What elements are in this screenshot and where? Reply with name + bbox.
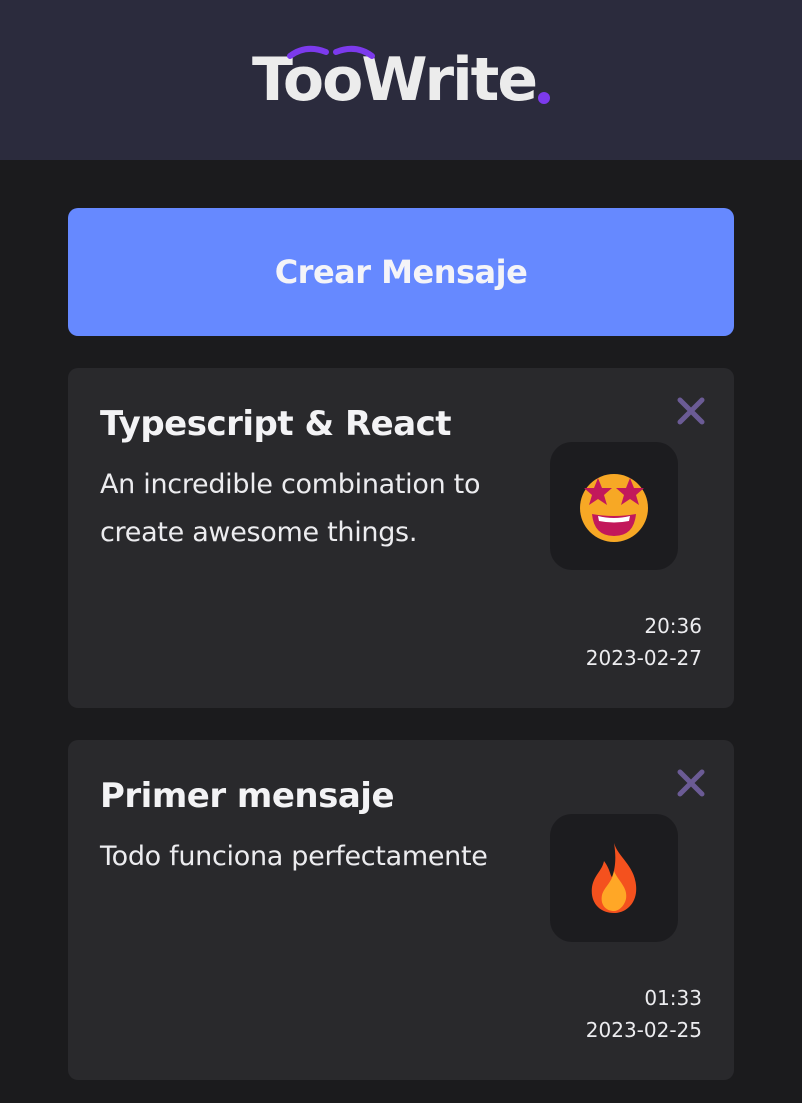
logo-brows-icon — [286, 45, 375, 59]
main-content: Crear Mensaje Typescript & React An incr… — [0, 160, 802, 1080]
create-message-button[interactable]: Crear Mensaje — [68, 208, 734, 336]
star-struck-icon — [580, 474, 648, 542]
message-emoji — [550, 442, 678, 570]
message-title: Primer mensaje — [100, 776, 395, 816]
close-icon[interactable] — [676, 768, 706, 798]
message-body: Todo funciona perfectamente — [100, 840, 488, 872]
close-icon[interactable] — [676, 396, 706, 426]
message-time: 01:33 — [644, 986, 702, 1010]
message-title: Typescript & React — [100, 404, 452, 444]
message-card: Typescript & React An incredible combina… — [68, 368, 734, 708]
app-header: TooWrite — [0, 0, 802, 160]
message-timestamp: 20:36 2023-02-27 — [586, 610, 702, 674]
message-date: 2023-02-27 — [585, 646, 702, 670]
message-card: Primer mensaje Todo funciona perfectamen… — [68, 740, 734, 1080]
logo-dot — [538, 92, 551, 104]
message-body: An incredible combination to create awes… — [100, 468, 481, 548]
message-timestamp: 01:33 2023-02-25 — [586, 982, 702, 1046]
message-date: 2023-02-25 — [585, 1018, 702, 1042]
logo[interactable]: TooWrite — [252, 45, 551, 110]
fire-icon — [591, 843, 637, 913]
message-emoji — [550, 814, 678, 942]
message-time: 20:36 — [644, 614, 702, 638]
